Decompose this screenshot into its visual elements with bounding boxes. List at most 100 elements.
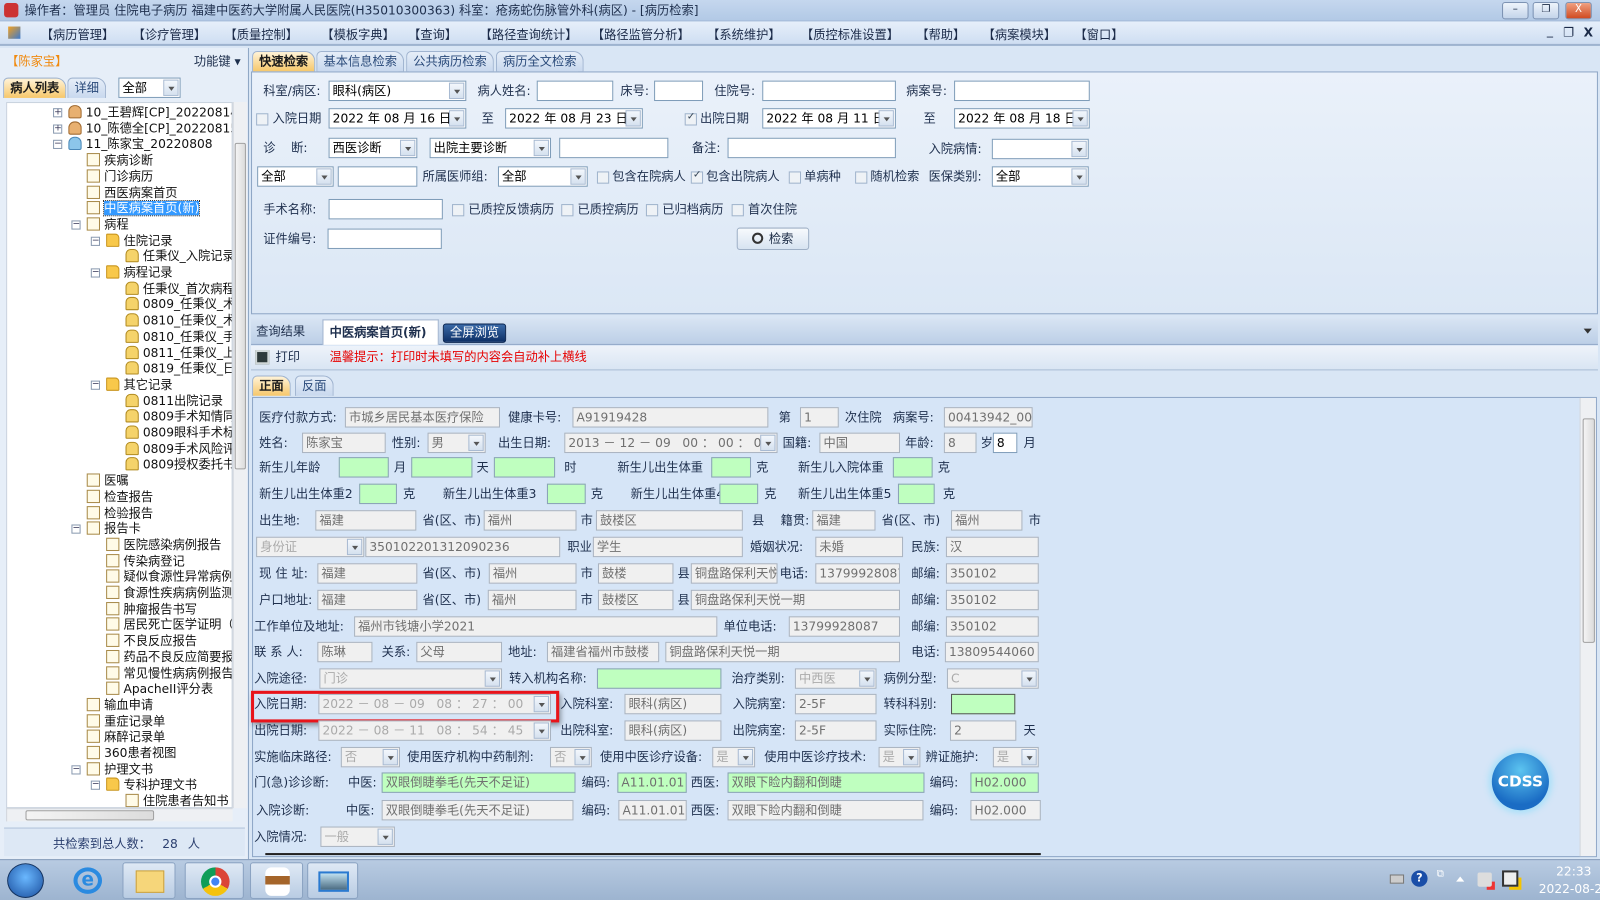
scope-input[interactable] (337, 166, 418, 187)
herb-prep-select[interactable]: 否 (549, 746, 592, 768)
mdi-restore-button[interactable]: ❐ (1563, 26, 1574, 40)
discharge-to-date[interactable]: 2022 年 08 月 18 日 (954, 108, 1090, 129)
collapse-icon[interactable]: − (90, 236, 100, 246)
name-field[interactable]: 陈家宝 (302, 432, 386, 454)
chevron-down-icon[interactable] (737, 748, 754, 766)
native-province-field[interactable]: 福建 (812, 510, 876, 531)
tree-item[interactable]: 11_陈家宝_20220808 (68, 137, 213, 152)
tree-item[interactable]: 门诊病历 (86, 169, 153, 184)
marital-field[interactable]: 未婚 (815, 536, 904, 558)
tree-item[interactable]: 食源性疾病病例监测 (106, 585, 232, 601)
tab-front[interactable]: 正面 (252, 375, 291, 396)
image-viewer-taskbar-button[interactable] (307, 862, 359, 899)
newborn-weight2-field[interactable] (359, 483, 397, 505)
form-vertical-scrollbar[interactable] (1579, 397, 1596, 857)
minimize-button[interactable]: – (1502, 2, 1529, 20)
tree-item[interactable]: 不良反应报告 (106, 633, 197, 649)
patient-name-input[interactable] (536, 80, 614, 102)
newborn-weight4-field[interactable] (719, 483, 759, 505)
discharge-date-field[interactable]: 2022 － 08 － 11 08 ： 54 ： 45 (318, 720, 552, 741)
admission-western-code-field[interactable]: H02.000 (970, 799, 1041, 821)
chevron-down-icon[interactable] (1071, 168, 1087, 185)
transfer-org-field[interactable] (596, 668, 722, 689)
menu-item[interactable]: 【病案模块】 (983, 26, 1056, 43)
help-icon[interactable]: ? (1411, 870, 1428, 887)
id-no-field[interactable]: 350102201312090236 (365, 536, 561, 558)
tab-tcm-front-page[interactable]: 中医病案首页(新) (322, 319, 439, 345)
chevron-down-icon[interactable] (570, 168, 586, 185)
insurance-select[interactable]: 全部 (991, 166, 1089, 187)
chevron-down-icon[interactable] (377, 828, 393, 845)
syndrome-nursing-select[interactable]: 是 (992, 746, 1039, 768)
nationality-field[interactable]: 中国 (819, 432, 900, 454)
tray-expand-icon[interactable] (1456, 876, 1465, 882)
age-field[interactable]: 8 (943, 432, 977, 454)
collapse-icon[interactable]: − (71, 764, 81, 775)
tab-public-search[interactable]: 公共病历检索 (406, 51, 494, 72)
chevron-down-icon[interactable] (448, 82, 465, 99)
tree-horizontal-scrollbar[interactable] (6, 808, 233, 822)
tree-item[interactable]: 10_陈德全[CP]_20220815 (68, 121, 232, 136)
current-city-field[interactable]: 福州 (488, 563, 577, 584)
admission-condition-select[interactable]: 一般 (320, 826, 395, 847)
chevron-down-icon[interactable] (346, 538, 363, 556)
network-warning-icon[interactable] (1502, 870, 1519, 887)
menu-item[interactable]: 【诊疗管理】 (133, 26, 206, 43)
chevron-down-icon[interactable] (1071, 140, 1087, 158)
menu-item[interactable]: 【路径监管分析】 (592, 26, 690, 43)
chrome-taskbar-button[interactable] (184, 862, 244, 899)
keyboard-icon[interactable] (1389, 874, 1405, 884)
admission-dept-field[interactable]: 眼科(病区) (624, 693, 722, 715)
tab-quick-search[interactable]: 快速检索 (252, 51, 316, 72)
discharge-date-checkbox[interactable] (684, 111, 697, 126)
expand-icon[interactable]: + (53, 124, 63, 134)
dept-select[interactable]: 眼科(病区) (328, 80, 467, 102)
tree-vertical-scrollbar[interactable] (232, 102, 247, 809)
birth-county-field[interactable]: 鼓楼区 (595, 510, 743, 531)
birth-city-field[interactable]: 福州 (483, 510, 577, 531)
chevron-down-icon[interactable] (625, 110, 641, 127)
case-type-select[interactable]: C (946, 668, 1039, 689)
tree-item[interactable]: 专科护理文书 (106, 777, 197, 793)
scope-select[interactable]: 全部 (257, 166, 334, 187)
mdi-close-button[interactable]: X (1584, 26, 1593, 40)
tab-detail[interactable]: 详细 (67, 77, 107, 98)
admit-from-date[interactable]: 2022 年 08 月 16 日 (328, 108, 467, 129)
admission-ward-field[interactable]: 2-5F (794, 693, 877, 715)
tab-query-results[interactable]: 查询结果 (256, 321, 305, 341)
tree-item[interactable]: 重症记录单 (86, 713, 165, 729)
chevron-down-icon[interactable] (316, 168, 332, 185)
start-button[interactable] (7, 863, 44, 898)
admission-route-select[interactable]: 门诊 (319, 668, 503, 689)
chevron-down-icon[interactable] (760, 434, 776, 452)
include-inpatient-checkbox[interactable] (596, 171, 610, 184)
tree-item[interactable]: 病程记录 (106, 265, 172, 280)
newborn-weight-field[interactable] (711, 457, 752, 478)
tree-item[interactable]: 病程 (86, 217, 129, 232)
length-of-stay-field[interactable]: 2 (949, 720, 1017, 741)
collapse-icon[interactable]: − (90, 268, 100, 278)
tree-item[interactable]: 任秉仪_入院记录 (125, 249, 232, 264)
chevron-down-icon[interactable] (903, 748, 919, 766)
tree-item[interactable]: 住院记录 (106, 233, 172, 248)
print-button[interactable]: 打印 (276, 347, 301, 367)
transfer-dept-field[interactable] (951, 693, 1016, 715)
qc-feedback-checkbox[interactable] (452, 204, 465, 217)
id-type-select[interactable]: 身份证 (256, 536, 365, 558)
relation-field[interactable]: 父母 (416, 641, 503, 663)
collapse-icon[interactable]: − (90, 380, 100, 390)
chevron-down-icon[interactable] (859, 670, 875, 687)
clinical-path-select[interactable]: 否 (340, 746, 400, 768)
contact-address1-field[interactable]: 福建省福州市鼓楼 (546, 641, 660, 663)
printer-icon[interactable] (255, 349, 270, 365)
qc-done-checkbox[interactable] (561, 204, 574, 217)
admission-tcm-diagnosis-field[interactable]: 双眼倒睫拳毛(先天不足证) (381, 799, 574, 821)
volume-muted-icon[interactable] (1477, 872, 1492, 887)
tree-item[interactable]: 居民死亡医学证明（ (106, 617, 232, 633)
menu-item[interactable]: 【窗口】 (1074, 26, 1123, 43)
diag-type-select[interactable]: 西医诊断 (328, 137, 418, 159)
tree-item[interactable]: 0810_任秉仪_术 (125, 313, 232, 328)
tree-item[interactable]: 0809授权委托书 (125, 457, 232, 473)
collapse-icon[interactable]: − (71, 524, 81, 534)
newborn-month-field[interactable] (338, 457, 389, 478)
